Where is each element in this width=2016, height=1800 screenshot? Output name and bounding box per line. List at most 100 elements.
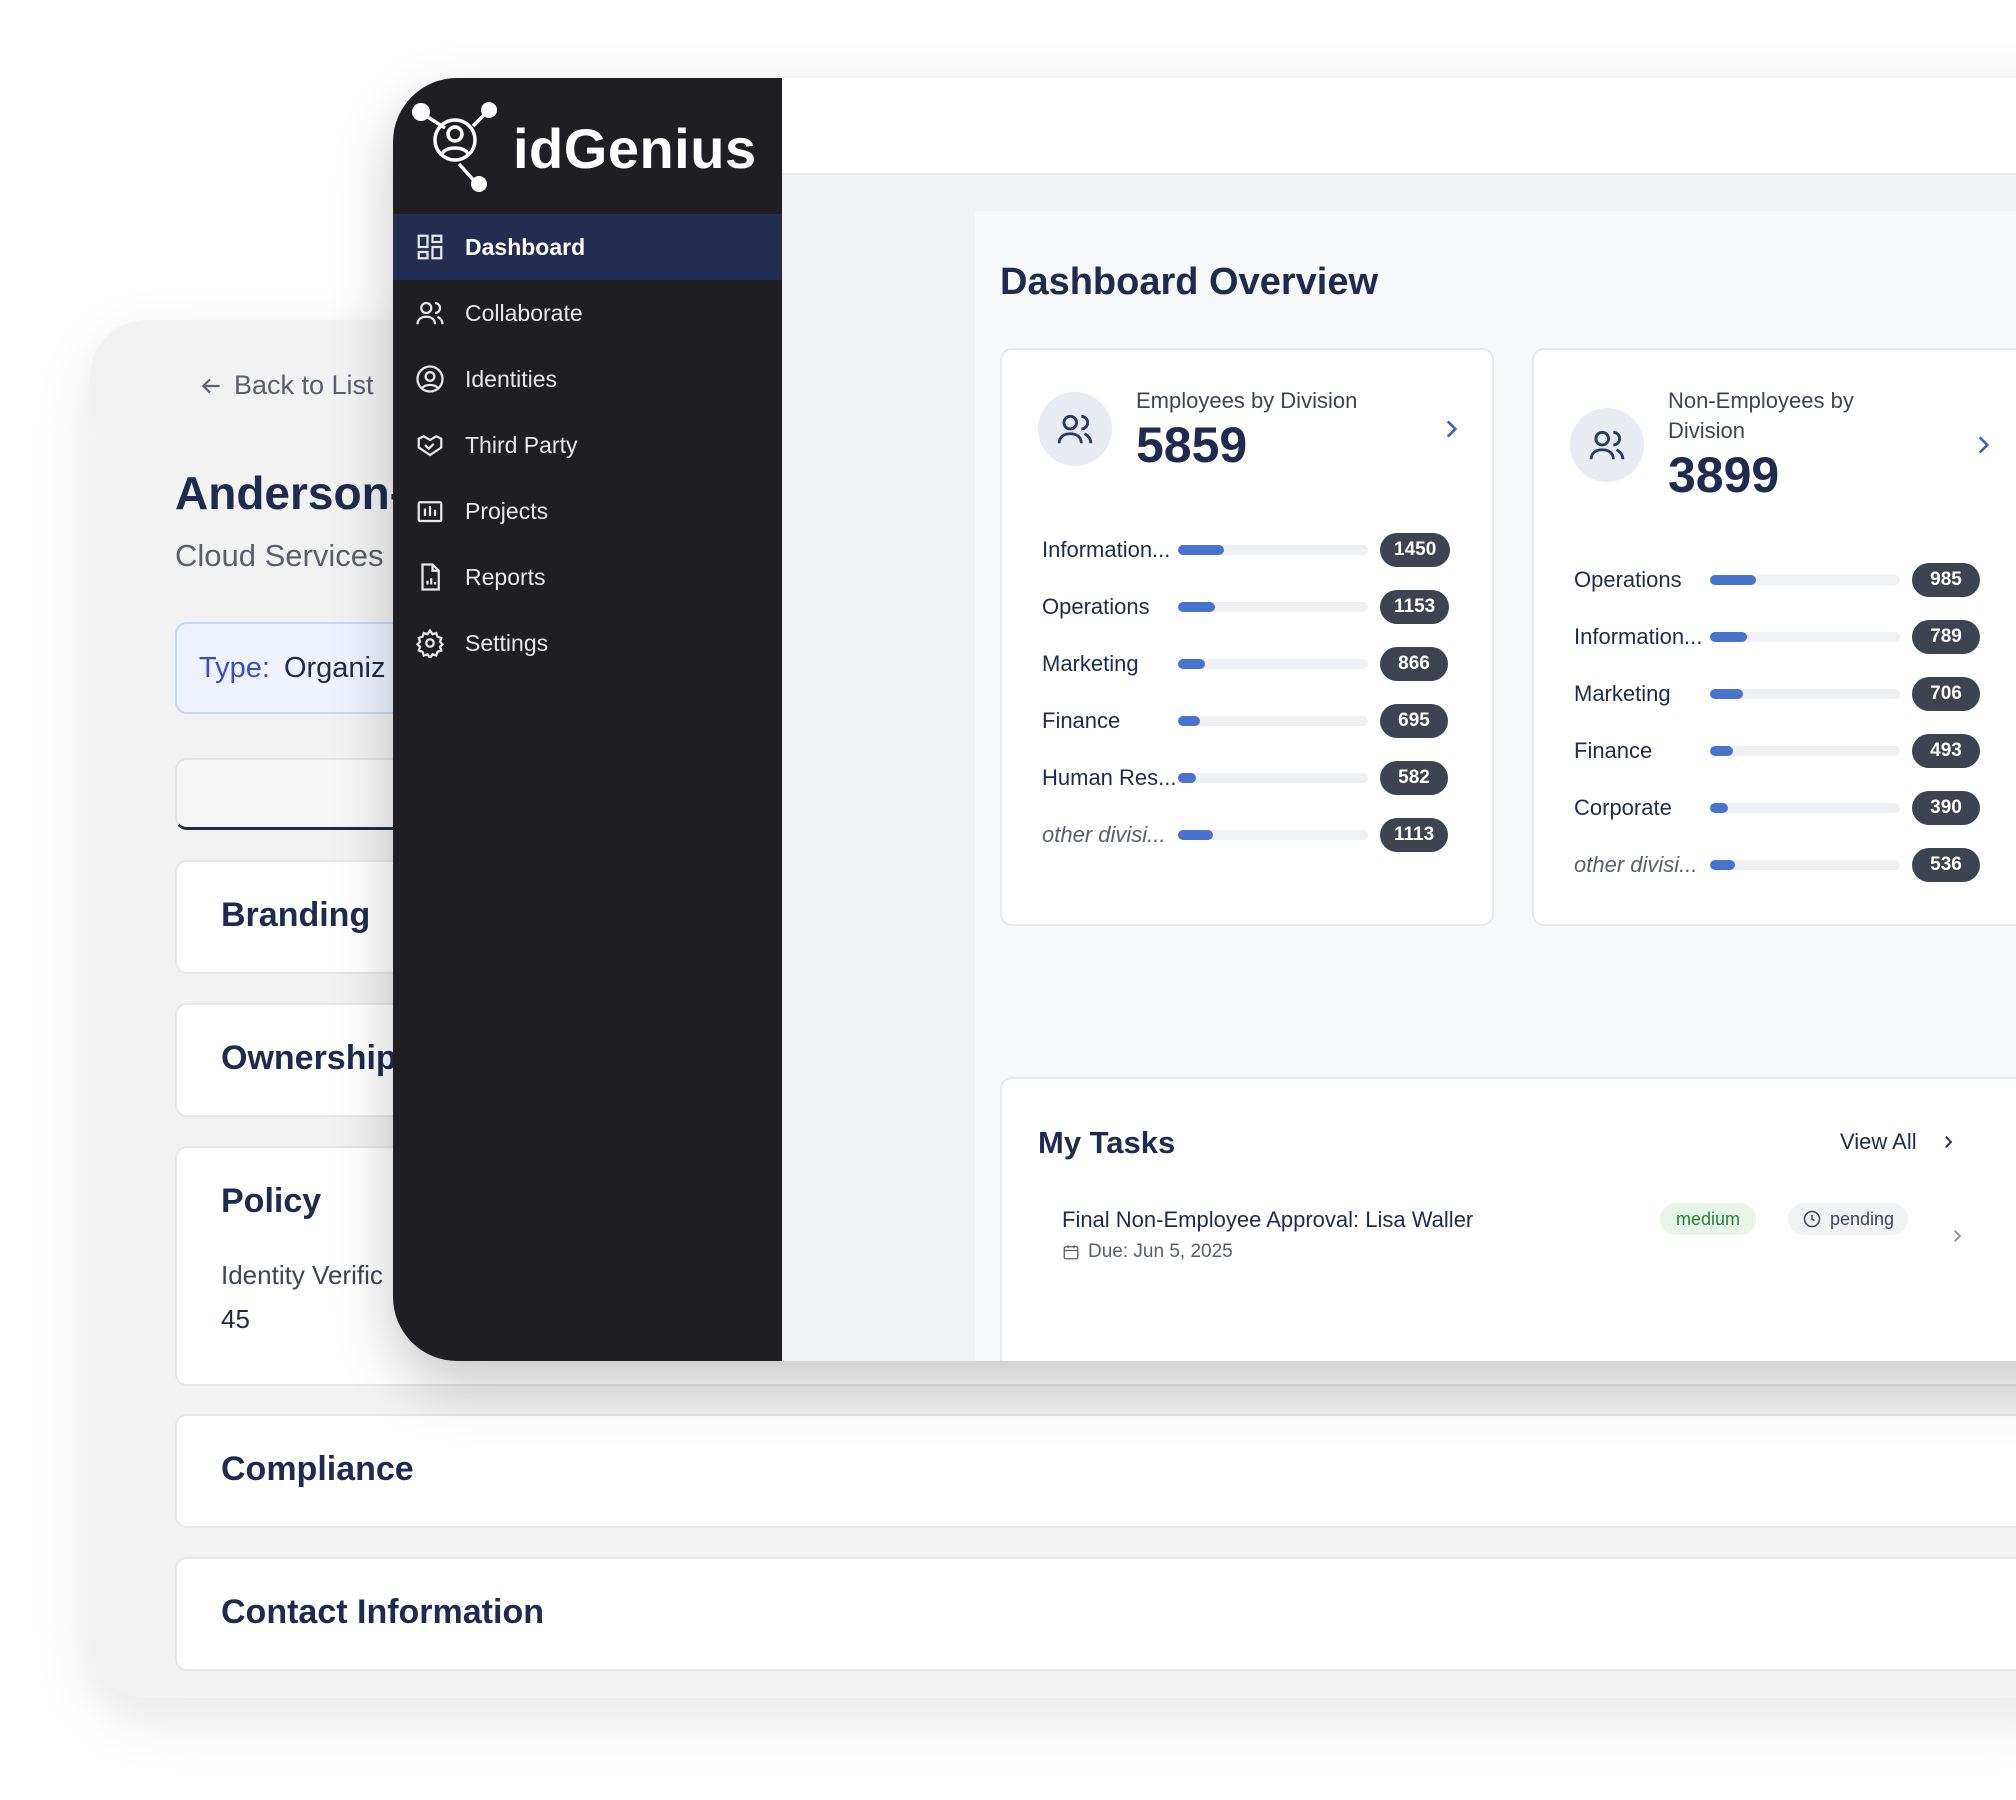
- division-bar-track: [1710, 689, 1900, 699]
- app-window: idGenius Dashboard Collaborate Identitie…: [393, 78, 2016, 1361]
- division-bar-fill: [1178, 659, 1205, 669]
- sidebar-item-label: Third Party: [465, 431, 578, 458]
- sidebar-item-projects[interactable]: Projects: [393, 478, 782, 544]
- division-row: Corporate 390: [1574, 790, 1980, 826]
- division-count-badge: 695: [1380, 704, 1448, 738]
- network-user-icon: [411, 100, 499, 197]
- app-logo[interactable]: idGenius: [411, 100, 757, 197]
- branding-title: Branding: [221, 896, 371, 934]
- back-to-list-label: Back to List: [234, 370, 374, 400]
- division-name: Finance: [1574, 738, 1653, 763]
- sidebar-item-collaborate[interactable]: Collaborate: [393, 280, 782, 346]
- employees-card-label: Employees by Division: [1136, 388, 1358, 413]
- division-row: other divisi... 1113: [1042, 817, 1449, 853]
- division-bar-fill: [1710, 860, 1735, 870]
- division-name: other divisi...: [1042, 822, 1166, 847]
- sidebar-item-label: Reports: [465, 563, 546, 590]
- identity-verification-value: 45: [221, 1304, 250, 1334]
- division-count-badge: 706: [1912, 677, 1980, 711]
- division-bar-fill: [1710, 689, 1743, 699]
- back-to-list-link[interactable]: Back to List: [198, 370, 374, 401]
- division-row: Human Res... 582: [1042, 760, 1448, 796]
- sidebar-item-settings[interactable]: Settings: [393, 610, 782, 676]
- status-badge: pending: [1788, 1203, 1909, 1235]
- non-employees-by-division-card[interactable]: Non-Employees by Division 3899 Operation…: [1532, 348, 2016, 926]
- division-bar-fill: [1710, 803, 1728, 813]
- type-label: Type:: [199, 651, 270, 684]
- users-icon: [1057, 414, 1093, 444]
- division-bar-track: [1178, 716, 1368, 726]
- type-value: Organiz: [283, 651, 386, 684]
- division-count-badge: 1153: [1380, 590, 1450, 624]
- employees-by-division-card[interactable]: Employees by Division 5859 Information..…: [1000, 348, 1494, 926]
- division-bar-track: [1710, 746, 1900, 756]
- division-row: Operations 985: [1574, 562, 1980, 598]
- identity-verification-label: Identity Verific: [221, 1260, 383, 1290]
- sidebar-nav: Dashboard Collaborate Identities Third P…: [393, 214, 782, 676]
- user-circle-icon: [416, 365, 444, 393]
- division-name: Human Res...: [1042, 765, 1177, 790]
- dashboard-content: Dashboard Overview Employees by Division…: [975, 211, 2016, 1361]
- chevron-right-icon[interactable]: [1438, 416, 1464, 442]
- report-file-icon: [421, 563, 440, 591]
- task-due-label: Due: Jun 5, 2025: [1088, 1241, 1233, 1262]
- non-employees-label-line1: Non-Employees by: [1668, 388, 1854, 413]
- priority-badge: medium: [1660, 1203, 1757, 1235]
- calendar-icon: [1063, 1245, 1079, 1260]
- division-count-badge: 866: [1380, 647, 1448, 681]
- sidebar-item-identities[interactable]: Identities: [393, 346, 782, 412]
- users-icon: [416, 301, 444, 325]
- clock-icon: [1803, 1210, 1821, 1228]
- view-all-label: View All: [1840, 1129, 1917, 1154]
- chevron-right-icon[interactable]: [1970, 432, 1996, 458]
- status-label: pending: [1830, 1208, 1895, 1229]
- division-count-badge: 985: [1912, 563, 1980, 597]
- compliance-section[interactable]: Compliance: [175, 1414, 2016, 1528]
- organization-subtitle: Cloud Services: [175, 538, 384, 573]
- division-bar-fill: [1178, 773, 1196, 783]
- task-title: Final Non-Employee Approval: Lisa Waller: [1062, 1207, 1474, 1232]
- contact-information-section[interactable]: Contact Information: [175, 1557, 2016, 1671]
- grid-icon: [417, 234, 443, 260]
- division-count-badge: 536: [1912, 848, 1980, 882]
- employees-total: 5859: [1136, 417, 1248, 473]
- sidebar-item-third-party[interactable]: Third Party: [393, 412, 782, 478]
- sidebar-item-label: Dashboard: [465, 233, 586, 260]
- division-bar-track: [1710, 860, 1900, 870]
- division-count-badge: 1450: [1380, 533, 1451, 567]
- division-bar-fill: [1178, 545, 1224, 555]
- task-due-date: Due: Jun 5, 2025: [1062, 1241, 1233, 1263]
- sidebar-item-label: Settings: [465, 629, 549, 656]
- chevron-right-icon: [1944, 1136, 1952, 1148]
- division-bar-track: [1178, 545, 1368, 555]
- sidebar-item-reports[interactable]: Reports: [393, 544, 782, 610]
- division-name: Finance: [1042, 708, 1121, 733]
- division-name: Operations: [1042, 594, 1150, 619]
- task-item[interactable]: Final Non-Employee Approval: Lisa Waller…: [1038, 1197, 1978, 1277]
- division-bar-track: [1178, 602, 1368, 612]
- division-bar-track: [1710, 575, 1900, 585]
- division-bar-fill: [1178, 602, 1215, 612]
- division-name: other divisi...: [1574, 852, 1698, 877]
- division-row: Information... 1450: [1042, 532, 1451, 568]
- page-title: Dashboard Overview: [1000, 261, 1379, 303]
- view-all-link[interactable]: View All: [1840, 1129, 1957, 1155]
- division-row: Operations 1153: [1042, 589, 1450, 625]
- non-employees-card-label: Non-Employees by Division: [1668, 386, 1854, 446]
- compliance-title: Compliance: [221, 1450, 414, 1488]
- division-bar-fill: [1710, 746, 1733, 756]
- division-row: Finance 695: [1042, 703, 1448, 739]
- gear-icon: [415, 628, 445, 658]
- sidebar: idGenius Dashboard Collaborate Identitie…: [393, 78, 782, 1361]
- division-row: Marketing 706: [1574, 676, 1980, 712]
- division-count-badge: 390: [1912, 791, 1980, 825]
- chart-folder-icon: [417, 501, 443, 523]
- card-icon-container: [1570, 408, 1644, 482]
- contact-information-title: Contact Information: [221, 1593, 544, 1631]
- sidebar-item-dashboard[interactable]: Dashboard: [393, 214, 782, 280]
- division-count-badge: 789: [1912, 620, 1980, 654]
- division-bar-track: [1710, 803, 1900, 813]
- division-count-badge: 582: [1380, 761, 1448, 795]
- division-row: Finance 493: [1574, 733, 1980, 769]
- division-name: Marketing: [1042, 651, 1139, 676]
